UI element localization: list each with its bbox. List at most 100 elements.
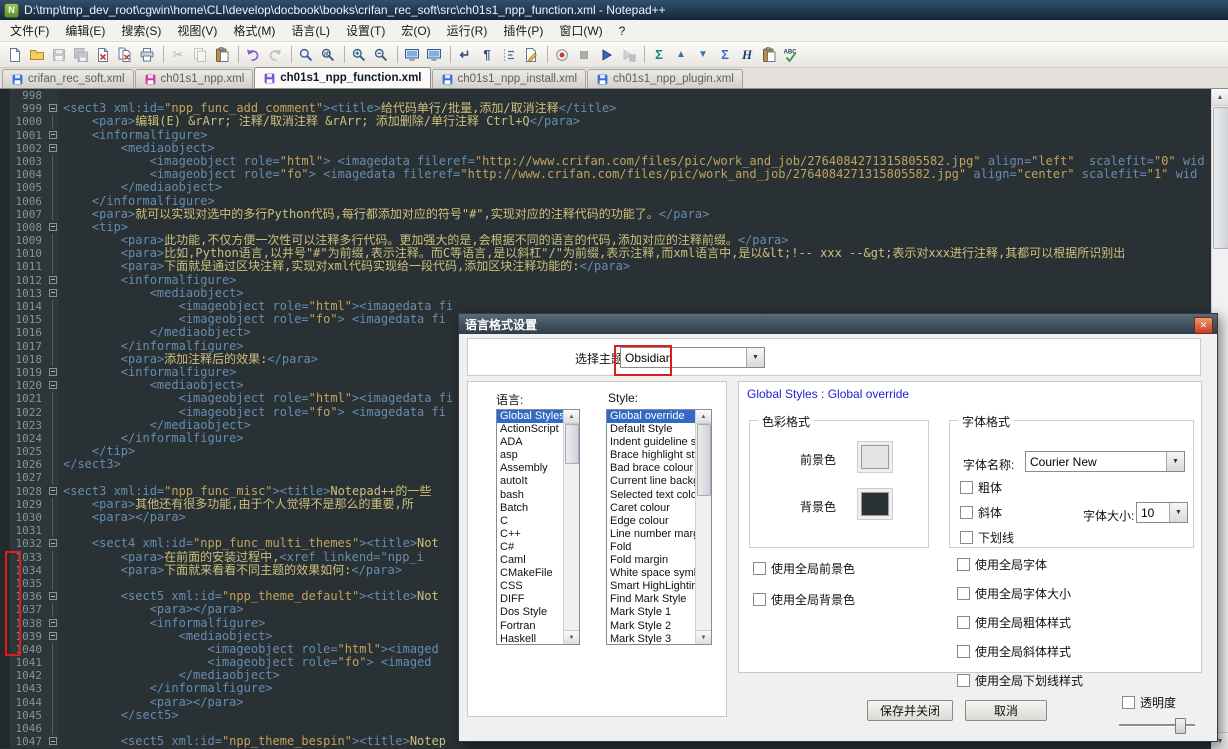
list-item-DIFF[interactable]: DIFF [497,593,564,606]
menu-item-6[interactable]: 设置(T) [338,19,393,42]
list-item-Batch[interactable]: Batch [497,502,564,515]
fold-collapse-icon[interactable] [47,141,59,155]
dialog-title-bar[interactable]: 语言格式设置 [459,314,1217,334]
list-item-Brace highlight style[interactable]: Brace highlight style [607,449,696,462]
replace-icon[interactable]: ab [318,45,338,65]
checkbox-使用全局下划线样式[interactable]: 使用全局下划线样式 [957,672,1083,689]
fold-collapse-icon[interactable] [47,220,59,235]
fold-collapse-icon[interactable] [47,379,59,393]
menu-item-0[interactable]: 文件(F) [2,19,57,42]
list-item-autoIt[interactable]: autoIt [497,475,564,488]
list-item-Smart HighLighting[interactable]: Smart HighLighting [607,580,696,593]
list-item-Haskell[interactable]: Haskell [497,633,564,644]
menu-item-9[interactable]: 插件(P) [495,19,551,42]
fold-collapse-icon[interactable] [47,128,59,142]
undo-icon[interactable] [243,45,263,65]
style-listbox[interactable]: Global override Default Style Indent guide… [606,409,712,645]
language-list-scrollbar[interactable]: ▲ ▼ [563,410,579,644]
show-indent-guide-icon[interactable] [499,45,519,65]
list-item-Fold margin[interactable]: Fold margin [607,554,696,567]
list-item-asp[interactable]: asp [497,449,564,462]
list-item-Edge colour[interactable]: Edge colour [607,515,696,528]
scrollbar-thumb[interactable] [565,424,579,464]
list-item-C#[interactable]: C# [497,541,564,554]
checkbox-使用全局字体[interactable]: 使用全局字体 [957,556,1083,573]
chevron-down-icon[interactable]: ▼ [1169,503,1187,522]
checkbox-使用全局粗体样式[interactable]: 使用全局粗体样式 [957,614,1083,631]
scroll-down-icon[interactable]: ▼ [696,630,711,644]
list-item-Fortran[interactable]: Fortran [497,620,564,633]
list-item-Global override[interactable]: Global override [607,410,696,424]
close-icon[interactable]: ✕ [1194,317,1213,334]
chevron-down-icon[interactable]: ▼ [746,348,764,367]
zoom-out-icon[interactable] [371,45,391,65]
new-file-icon[interactable] [5,45,25,65]
list-item-Caml[interactable]: Caml [497,554,564,567]
slider-thumb[interactable] [1175,718,1186,734]
list-item-Indent guideline style[interactable]: Indent guideline style [607,436,696,449]
style-list-scrollbar[interactable]: ▲ ▼ [695,410,711,644]
record-macro-icon[interactable] [552,45,572,65]
chevron-down-icon[interactable]: ▼ [1166,452,1184,471]
list-item-Current line background colour[interactable]: Current line background colour [607,475,696,488]
fold-collapse-icon[interactable] [47,365,59,380]
checkbox-使用全局前景色[interactable]: 使用全局前景色 [753,560,855,577]
list-item-C++[interactable]: C++ [497,528,564,541]
move-down-icon[interactable]: ▼ [693,45,713,65]
open-file-icon[interactable] [27,45,47,65]
clipboard-history-icon[interactable] [759,45,779,65]
list-item-Assembly[interactable]: Assembly [497,462,564,475]
menu-item-1[interactable]: 编辑(E) [57,19,113,42]
sync-horizontal-scroll-icon[interactable] [424,45,444,65]
list-item-White space symbol[interactable]: White space symbol [607,567,696,580]
fold-collapse-icon[interactable] [47,273,59,287]
close-all-icon[interactable] [115,45,135,65]
scroll-down-icon[interactable]: ▼ [564,630,579,644]
menu-item-8[interactable]: 运行(R) [439,19,496,42]
cancel-button[interactable]: 取消 [965,700,1047,721]
checkbox-使用全局斜体样式[interactable]: 使用全局斜体样式 [957,643,1083,660]
list-item-C[interactable]: C [497,515,564,528]
play-macro-icon[interactable] [596,45,616,65]
tab-ch01s1_npp.xml[interactable]: ch01s1_npp.xml [134,69,254,88]
fold-collapse-icon[interactable] [47,735,59,749]
list-item-Fold[interactable]: Fold [607,541,696,554]
italic-checkbox[interactable]: 斜体 [960,504,1002,521]
transparency-slider[interactable] [1119,718,1195,734]
sync-vertical-scroll-icon[interactable] [402,45,422,65]
show-all-characters-icon[interactable]: ¶ [477,45,497,65]
hex-editor-icon[interactable]: H [737,45,757,65]
fold-collapse-icon[interactable] [47,629,59,643]
scroll-up-icon[interactable]: ▲ [696,410,711,424]
bold-checkbox[interactable]: 粗体 [960,479,1002,496]
list-item-CMakeFile[interactable]: CMakeFile [497,567,564,580]
list-item-Global Styles[interactable]: Global Styles [497,410,564,424]
tab-ch01s1_npp_install.xml[interactable]: ch01s1_npp_install.xml [431,69,587,88]
list-item-Line number margin[interactable]: Line number margin [607,528,696,541]
language-listbox[interactable]: Global Styles ActionScript ADA asp Assembly a… [496,409,580,645]
scrollbar-thumb[interactable] [697,424,711,496]
find-icon[interactable] [296,45,316,65]
list-item-Caret colour[interactable]: Caret colour [607,502,696,515]
list-item-ActionScript[interactable]: ActionScript [497,423,564,436]
fold-collapse-icon[interactable] [47,102,59,116]
checkbox-使用全局字体大小[interactable]: 使用全局字体大小 [957,585,1083,602]
spell-check-icon[interactable]: ABC [781,45,801,65]
fold-collapse-icon[interactable] [47,484,59,498]
scrollbar-thumb[interactable] [1213,107,1228,249]
background-color-swatch[interactable] [861,492,889,516]
user-defined-dialog-icon[interactable] [521,45,541,65]
list-item-Selected text colour[interactable]: Selected text colour [607,489,696,502]
transparency-checkbox[interactable]: 透明度 [1122,694,1176,711]
menu-item-5[interactable]: 语言(L) [283,19,338,42]
menu-item-10[interactable]: 窗口(W) [551,19,610,42]
print-icon[interactable] [137,45,157,65]
list-item-Dos Style[interactable]: Dos Style [497,606,564,619]
font-name-combobox[interactable]: Courier New ▼ [1025,451,1185,472]
foreground-color-swatch[interactable] [861,445,889,469]
list-item-CSS[interactable]: CSS [497,580,564,593]
sum-icon[interactable]: Σ [715,45,735,65]
save-and-close-button[interactable]: 保存并关闭 [867,700,953,721]
tab-ch01s1_npp_function.xml[interactable]: ch01s1_npp_function.xml [254,67,431,88]
tab-ch01s1_npp_plugin.xml[interactable]: ch01s1_npp_plugin.xml [587,69,743,88]
